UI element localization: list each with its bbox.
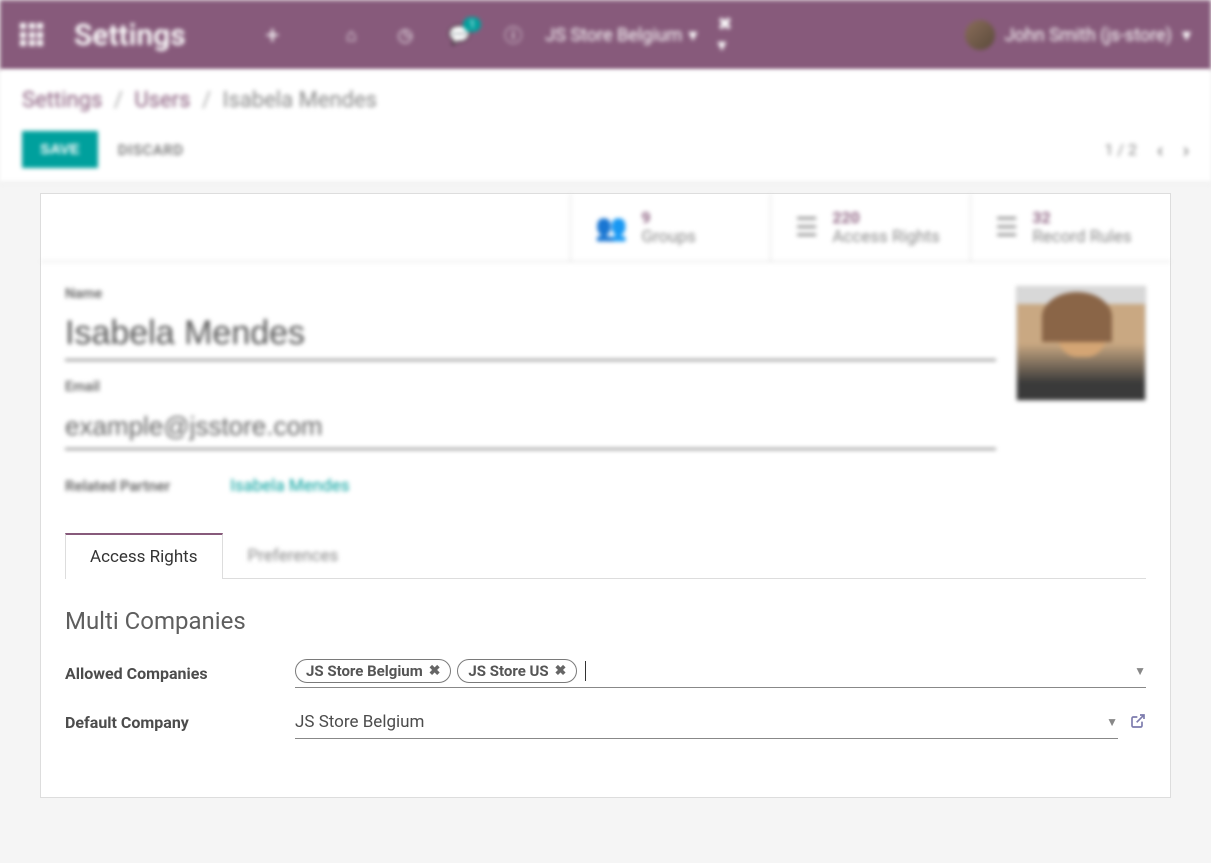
multi-companies-section: Multi Companies Allowed Companies JS Sto… [65, 579, 1146, 797]
discard-button[interactable]: DISCARD [118, 141, 184, 159]
user-avatar[interactable] [1016, 286, 1146, 401]
related-partner-label: Related Partner [65, 477, 170, 495]
stat-rules[interactable]: ☰ 32 Record Rules [970, 194, 1170, 261]
email-label: Email [65, 379, 996, 395]
pager-count: 1 / 2 [1104, 140, 1137, 159]
info-icon[interactable]: ⓘ [501, 23, 525, 47]
new-icon[interactable]: + [266, 21, 280, 49]
email-input[interactable] [65, 405, 996, 450]
pager-prev-icon[interactable]: ‹ [1157, 138, 1163, 162]
stat-rules-num: 32 [1032, 208, 1131, 227]
list-icon: ☰ [795, 213, 818, 243]
save-button[interactable]: SAVE [22, 131, 98, 168]
name-input[interactable] [65, 308, 996, 361]
tab-preferences[interactable]: Preferences [223, 533, 364, 579]
allowed-companies-label: Allowed Companies [65, 664, 295, 683]
company-switcher[interactable]: JS Store Belgium ▾ [545, 25, 697, 46]
stat-access-num: 220 [832, 208, 940, 227]
chevron-down-icon: ▼ [1106, 715, 1118, 729]
close-icon[interactable]: ✖ ▾ [717, 23, 741, 47]
default-company-label: Default Company [65, 713, 295, 732]
tag-remove-icon[interactable]: ✖ [555, 663, 567, 679]
messages-icon[interactable]: 💬1 [447, 23, 471, 47]
header-area: Settings / Users / Isabela Mendes SAVE D… [0, 70, 1211, 183]
stat-groups[interactable]: 👥 9 Groups [570, 194, 770, 261]
stats-row: 👥 9 Groups ☰ 220 Access Rights ☰ 32 Reco… [41, 194, 1170, 262]
groups-icon: 👥 [595, 213, 627, 243]
messages-badge: 1 [463, 17, 481, 32]
user-name: John Smith (js-store) [1005, 25, 1172, 46]
home-icon[interactable]: ⌂ [339, 23, 363, 47]
user-menu[interactable]: John Smith (js-store) ▾ [965, 20, 1191, 50]
pager: 1 / 2 ‹ › [1104, 138, 1189, 162]
form-card: 👥 9 Groups ☰ 220 Access Rights ☰ 32 Reco… [40, 193, 1171, 798]
stat-rules-label: Record Rules [1032, 227, 1131, 247]
tag-remove-icon[interactable]: ✖ [429, 663, 441, 679]
text-cursor [585, 661, 586, 681]
list-icon: ☰ [995, 213, 1018, 243]
company-tag: JS Store US ✖ [457, 659, 577, 683]
pager-next-icon[interactable]: › [1183, 138, 1189, 162]
tag-label: JS Store Belgium [306, 662, 423, 680]
breadcrumb-root[interactable]: Settings [22, 88, 102, 113]
stat-access[interactable]: ☰ 220 Access Rights [770, 194, 970, 261]
chevron-down-icon: ▾ [1182, 25, 1191, 46]
breadcrumb: Settings / Users / Isabela Mendes [22, 88, 1189, 113]
tab-access-rights[interactable]: Access Rights [65, 533, 223, 579]
company-name: JS Store Belgium [545, 25, 682, 46]
topbar: Settings + ⌂ ◷ 💬1 ⓘ JS Store Belgium ▾ ✖… [0, 0, 1211, 70]
default-company-select[interactable]: JS Store Belgium ▼ [295, 706, 1118, 739]
stat-access-label: Access Rights [832, 227, 940, 247]
name-label: Name [65, 286, 996, 302]
app-title: Settings [74, 18, 186, 53]
stat-groups-label: Groups [641, 227, 696, 247]
tag-label: JS Store US [468, 662, 548, 680]
breadcrumb-leaf: Isabela Mendes [222, 88, 377, 113]
apps-icon[interactable] [20, 23, 44, 47]
default-company-value: JS Store Belgium [295, 712, 424, 732]
clock-icon[interactable]: ◷ [393, 23, 417, 47]
section-title: Multi Companies [65, 607, 1146, 635]
tabs: Access Rights Preferences [65, 532, 1146, 579]
related-partner-link[interactable]: Isabela Mendes [230, 476, 349, 496]
avatar-icon [965, 20, 995, 50]
stat-groups-num: 9 [641, 208, 696, 227]
chevron-down-icon: ▾ [688, 25, 697, 46]
allowed-companies-input[interactable]: JS Store Belgium ✖ JS Store US ✖ ▼ [295, 659, 1146, 688]
chevron-down-icon[interactable]: ▼ [1134, 664, 1146, 678]
external-link-icon[interactable] [1130, 713, 1146, 733]
company-tag: JS Store Belgium ✖ [295, 659, 451, 683]
breadcrumb-mid[interactable]: Users [134, 88, 190, 113]
